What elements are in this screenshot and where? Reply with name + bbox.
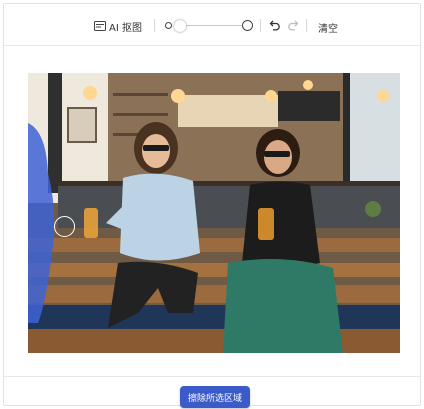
- canvas-area: [4, 47, 420, 377]
- ai-cutout-button[interactable]: AI 抠图: [94, 18, 142, 34]
- erase-selection-button[interactable]: 擦除所选区域: [180, 386, 250, 408]
- small-brush-icon: [165, 22, 172, 29]
- large-brush-icon: [242, 20, 253, 31]
- toolbar: AI 抠图 清空: [4, 4, 420, 46]
- footer-bar: 擦除所选区域: [4, 376, 420, 408]
- brush-cursor: [54, 216, 75, 237]
- redo-icon[interactable]: [287, 19, 299, 31]
- editor-window: AI 抠图 清空 擦除所选区域: [3, 3, 421, 408]
- toolbar-divider: [260, 19, 261, 32]
- brush-size-slider[interactable]: [165, 18, 253, 34]
- photo-canvas[interactable]: [28, 73, 400, 353]
- ai-cutout-label: AI 抠图: [109, 22, 142, 34]
- cafe-photo: [28, 73, 400, 353]
- toolbar-divider: [306, 19, 307, 32]
- toolbar-divider: [154, 19, 155, 32]
- image-icon: [94, 21, 106, 31]
- undo-icon[interactable]: [269, 19, 281, 31]
- clear-button[interactable]: 清空: [318, 20, 338, 35]
- slider-thumb[interactable]: [174, 20, 186, 32]
